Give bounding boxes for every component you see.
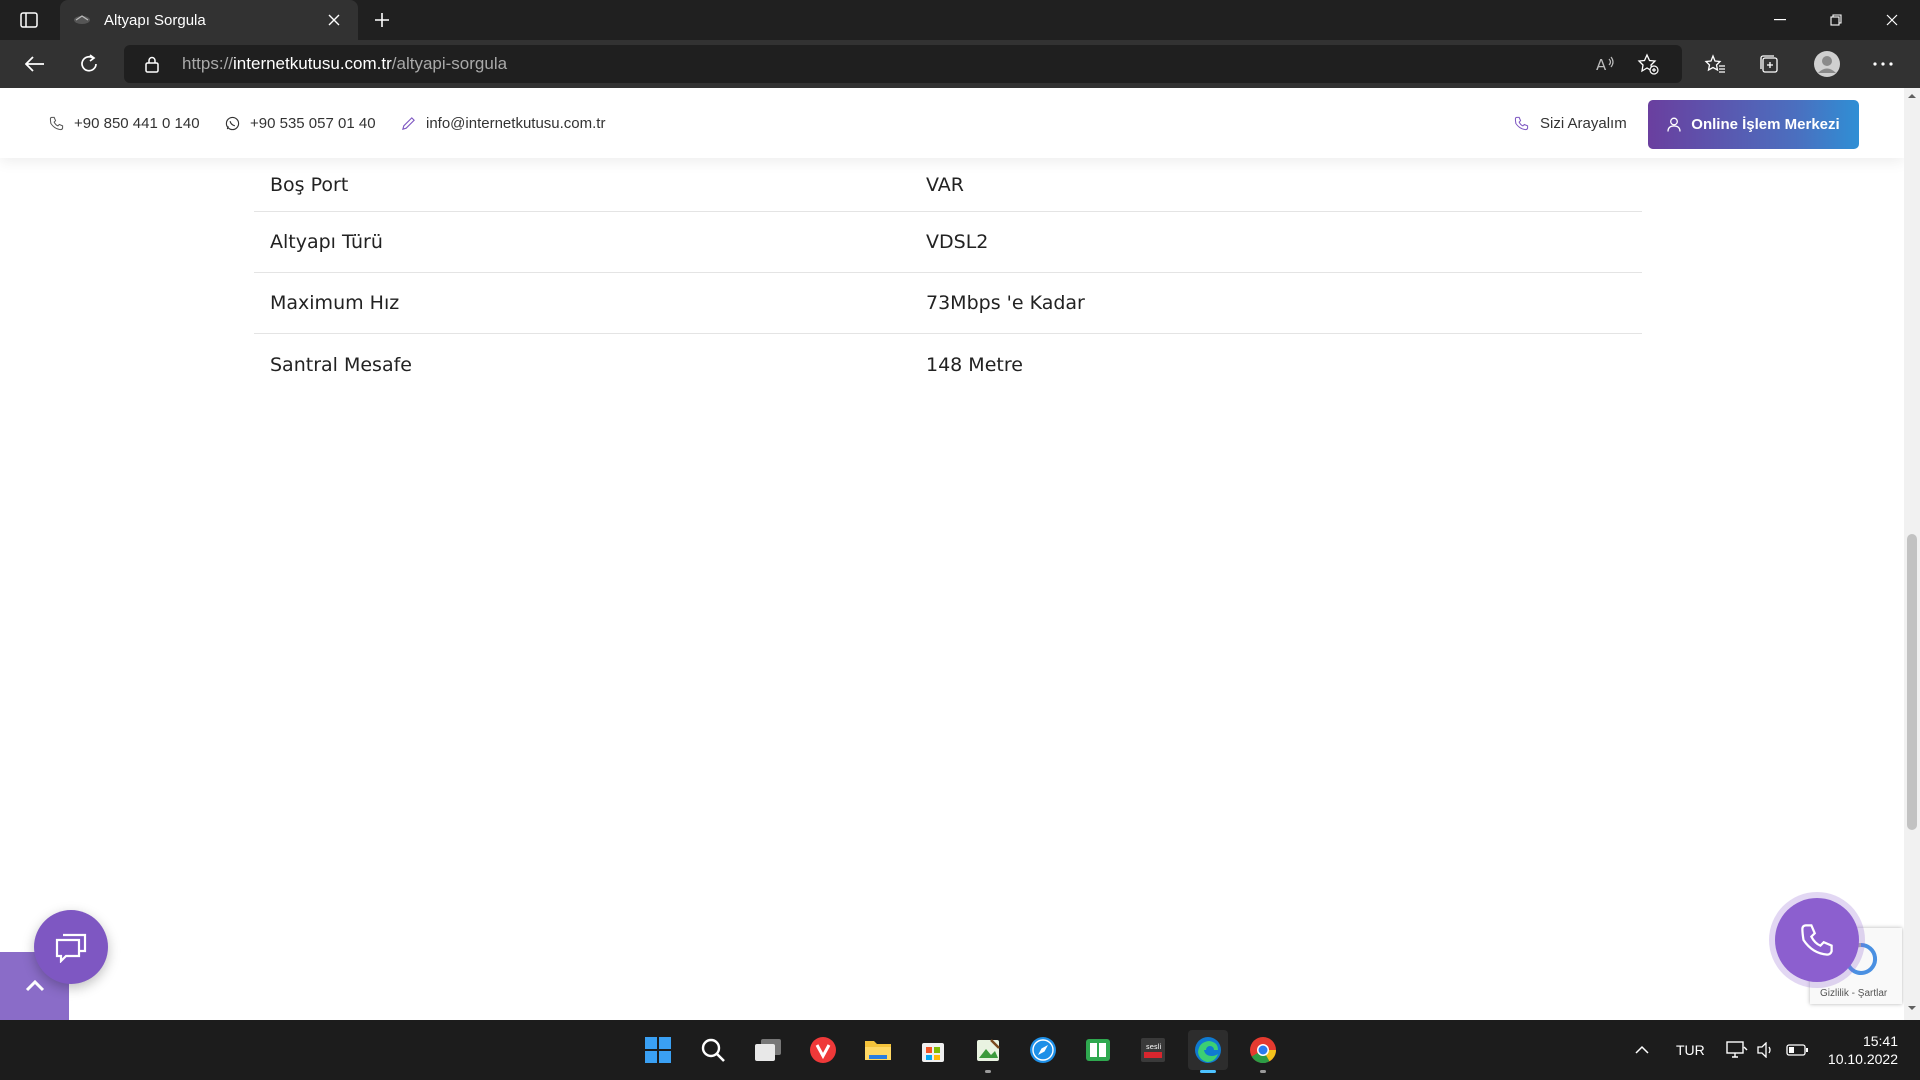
language-text: TUR <box>1676 1042 1705 1058</box>
phone1-text: +90 850 441 0 140 <box>74 115 200 132</box>
row-value: 73Mbps 'e Kadar <box>926 292 1085 314</box>
table-row: Altyapı Türü VDSL2 <box>254 212 1642 273</box>
recaptcha-text: Gizlilik - Şartlar <box>1820 988 1888 999</box>
contact-email[interactable]: info@internetkutusu.com.tr <box>400 115 605 132</box>
row-label: Santral Mesafe <box>270 353 412 376</box>
infrastructure-info-table: Boş Port VAR Altyapı Türü VDSL2 Maximum … <box>254 158 1642 395</box>
task-view-icon[interactable] <box>748 1030 788 1070</box>
phone-icon <box>48 116 64 132</box>
clock-date: 10.10.2022 <box>1827 1051 1898 1067</box>
call-me-text: Sizi Arayalım <box>1540 115 1627 132</box>
address-bar[interactable]: https://internetkutusu.com.tr/altyapi-so… <box>124 45 1682 83</box>
call-me-link[interactable]: Sizi Arayalım <box>1514 115 1627 132</box>
search-icon[interactable] <box>693 1030 733 1070</box>
running-indicator <box>1200 1070 1216 1073</box>
online-center-button[interactable]: Online İşlem Merkezi <box>1648 100 1859 149</box>
battery-icon[interactable] <box>1786 1020 1808 1080</box>
sesli-sozluk-icon[interactable]: sesli <box>1133 1030 1173 1070</box>
pencil-icon <box>400 116 416 132</box>
chevron-up-icon <box>25 980 44 992</box>
browser-tab-active[interactable]: Altyapı Sorgula <box>60 0 358 40</box>
dictionary-app-icon[interactable] <box>1078 1030 1118 1070</box>
taskbar-clock[interactable]: 15:41 10.10.2022 <box>1828 1032 1898 1068</box>
add-favorite-icon[interactable] <box>1636 52 1660 76</box>
favorites-icon[interactable] <box>1700 50 1730 78</box>
new-tab-plus-icon[interactable] <box>368 6 396 34</box>
row-label: Boş Port <box>270 173 349 196</box>
contact-whatsapp[interactable]: +90 535 057 01 40 <box>224 115 376 132</box>
more-menu-icon[interactable] <box>1868 50 1898 78</box>
running-indicator <box>1260 1070 1266 1073</box>
collections-icon[interactable] <box>1754 50 1784 78</box>
table-row: Santral Mesafe 148 Metre <box>254 334 1642 395</box>
profile-avatar-icon[interactable] <box>1812 50 1842 78</box>
read-aloud-icon[interactable]: A <box>1594 52 1618 76</box>
tray-overflow-chevron-icon[interactable] <box>1634 1020 1650 1080</box>
svg-text:A: A <box>1596 56 1607 72</box>
browser-toolbar: https://internetkutusu.com.tr/altyapi-so… <box>0 40 1920 88</box>
chat-button[interactable] <box>34 910 108 984</box>
page-viewport: +90 850 441 0 140 +90 535 057 01 40 info… <box>0 88 1904 1020</box>
svg-text:sesli: sesli <box>1146 1043 1162 1051</box>
url-text[interactable]: https://internetkutusu.com.tr/altyapi-so… <box>182 54 507 74</box>
row-value: 148 Metre <box>926 353 1023 376</box>
chrome-icon[interactable] <box>1243 1030 1283 1073</box>
email-text: info@internetkutusu.com.tr <box>426 115 606 132</box>
windows-taskbar: sesli TUR 15:41 10.10.2022 <box>0 1020 1920 1080</box>
window-controls <box>1752 0 1920 40</box>
minimize-icon[interactable] <box>1752 0 1808 40</box>
phone2-text: +90 535 057 01 40 <box>250 115 376 132</box>
tab-close-icon[interactable] <box>322 8 346 32</box>
edge-browser-icon[interactable] <box>1188 1030 1228 1073</box>
site-header: +90 850 441 0 140 +90 535 057 01 40 info… <box>0 88 1904 158</box>
vivaldi-icon[interactable] <box>803 1030 843 1070</box>
language-indicator[interactable]: TUR <box>1676 1020 1705 1080</box>
lock-icon[interactable] <box>142 54 162 74</box>
tab-title: Altyapı Sorgula <box>104 11 206 29</box>
photo-editor-icon[interactable] <box>968 1030 1008 1073</box>
safari-compass-icon[interactable] <box>1023 1030 1063 1070</box>
table-row: Boş Port VAR <box>254 158 1642 212</box>
row-value: VAR <box>926 173 964 196</box>
phone-icon <box>1801 924 1833 956</box>
page-scrollbar[interactable] <box>1904 88 1920 1020</box>
chat-bubble-icon <box>55 933 87 963</box>
contact-phone1[interactable]: +90 850 441 0 140 <box>48 115 200 132</box>
whatsapp-icon <box>224 116 240 132</box>
online-center-label: Online İşlem Merkezi <box>1691 116 1840 133</box>
clock-time: 15:41 <box>1862 1033 1898 1049</box>
scrollbar-thumb[interactable] <box>1907 534 1917 830</box>
scroll-down-icon[interactable] <box>1908 1004 1916 1012</box>
row-label: Maximum Hız <box>270 292 400 314</box>
row-label: Altyapı Türü <box>270 231 383 253</box>
user-icon <box>1667 117 1683 133</box>
table-row: Maximum Hız 73Mbps 'e Kadar <box>254 273 1642 334</box>
file-explorer-icon[interactable] <box>858 1030 898 1070</box>
network-icon[interactable] <box>1726 1020 1748 1080</box>
back-arrow-icon[interactable] <box>18 48 52 80</box>
restore-icon[interactable] <box>1808 0 1864 40</box>
start-windows-icon[interactable] <box>638 1030 678 1070</box>
volume-icon[interactable] <box>1756 1020 1776 1080</box>
url-path: /altyapi-sorgula <box>391 54 508 73</box>
url-scheme: https:// <box>182 54 234 73</box>
tab-actions-icon[interactable] <box>14 8 44 32</box>
reload-icon[interactable] <box>72 48 106 80</box>
scroll-up-icon[interactable] <box>1908 92 1916 100</box>
window-close-icon[interactable] <box>1864 0 1920 40</box>
url-host: internetkutusu.com.tr <box>233 54 392 73</box>
phone-icon <box>1514 116 1530 132</box>
running-indicator <box>985 1070 991 1073</box>
browser-tabstrip: Altyapı Sorgula <box>0 0 1920 40</box>
microsoft-store-icon[interactable] <box>913 1030 953 1070</box>
call-fab-button[interactable] <box>1775 898 1859 982</box>
row-value: VDSL2 <box>926 231 989 253</box>
site-favicon-icon <box>72 10 92 30</box>
